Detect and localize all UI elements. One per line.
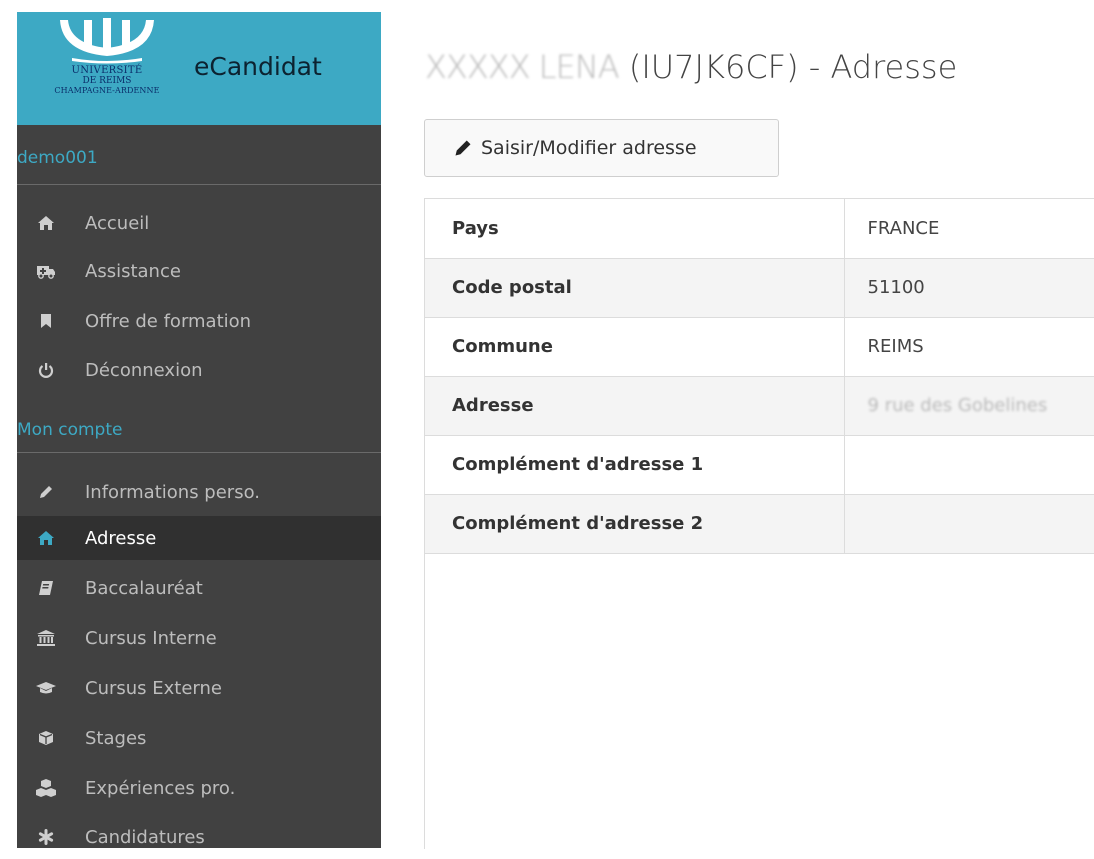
sidebar-item-label: Accueil bbox=[85, 212, 150, 234]
home-icon bbox=[35, 527, 57, 549]
app-name: eCandidat bbox=[194, 52, 322, 81]
pencil-icon bbox=[455, 140, 471, 156]
table-row: Pays FRANCE bbox=[425, 199, 1094, 259]
university-icon bbox=[35, 627, 57, 649]
sidebar-item-stages[interactable]: Stages bbox=[17, 716, 381, 760]
sidebar-item-label: Candidatures bbox=[85, 826, 205, 848]
university-logo[interactable]: UNIVERSITÉ DE REIMS CHAMPAGNE-ARDENNE bbox=[17, 18, 197, 122]
cubes-icon bbox=[35, 777, 57, 799]
page-title: XXXXX LENA (IU7JK6CF) - Adresse bbox=[425, 48, 957, 86]
sidebar-item-baccalaureat[interactable]: Baccalauréat bbox=[17, 566, 381, 610]
logo-text-line2: DE REIMS bbox=[82, 76, 132, 86]
ambulance-icon bbox=[35, 260, 57, 282]
power-icon bbox=[35, 359, 57, 381]
address-table: Pays FRANCE Code postal 51100 Commune RE… bbox=[425, 199, 1094, 554]
field-label: Commune bbox=[425, 317, 845, 377]
field-value bbox=[844, 494, 1094, 554]
cube-icon bbox=[35, 727, 57, 749]
sidebar-item-assistance[interactable]: Assistance bbox=[17, 249, 381, 293]
sidebar-item-adresse[interactable]: Adresse bbox=[17, 516, 381, 560]
table-row: Adresse 9 rue des Gobelines bbox=[425, 376, 1094, 436]
graduation-cap-icon bbox=[35, 677, 57, 699]
sidebar-item-label: Adresse bbox=[85, 527, 157, 549]
field-value bbox=[844, 435, 1094, 495]
sidebar-divider bbox=[17, 184, 381, 185]
sidebar-item-cursus-externe[interactable]: Cursus Externe bbox=[17, 666, 381, 710]
sidebar-item-candidatures[interactable]: Candidatures bbox=[17, 815, 381, 859]
edit-address-button[interactable]: Saisir/Modifier adresse bbox=[424, 119, 779, 177]
table-row: Complément d'adresse 2 bbox=[425, 494, 1094, 554]
field-value: 9 rue des Gobelines bbox=[844, 376, 1094, 436]
address-value-redacted: 9 rue des Gobelines bbox=[867, 395, 1048, 416]
field-value: 51100 bbox=[844, 258, 1094, 318]
table-row: Complément d'adresse 1 bbox=[425, 435, 1094, 495]
field-label: Code postal bbox=[425, 258, 845, 318]
field-label: Complément d'adresse 2 bbox=[425, 494, 845, 554]
sidebar-item-cursus-interne[interactable]: Cursus Interne bbox=[17, 616, 381, 660]
sidebar-item-experiences-pro[interactable]: Expériences pro. bbox=[17, 766, 381, 810]
field-value: REIMS bbox=[844, 317, 1094, 377]
sidebar-item-label: Offre de formation bbox=[85, 310, 252, 332]
sidebar-item-label: Cursus Externe bbox=[85, 677, 222, 699]
field-label: Complément d'adresse 1 bbox=[425, 435, 845, 495]
field-label: Pays bbox=[425, 199, 845, 259]
sidebar-divider bbox=[17, 452, 381, 453]
sidebar-item-label: Cursus Interne bbox=[85, 627, 217, 649]
sidebar-item-offre-formation[interactable]: Offre de formation bbox=[17, 299, 381, 343]
sidebar-username: demo001 bbox=[17, 148, 98, 168]
logo-text-line1: UNIVERSITÉ bbox=[71, 65, 143, 76]
sidebar-item-accueil[interactable]: Accueil bbox=[17, 201, 381, 245]
book-icon bbox=[35, 577, 57, 599]
pencil-icon bbox=[35, 481, 57, 503]
section-title-mon-compte: Mon compte bbox=[17, 420, 123, 440]
sidebar-item-label: Assistance bbox=[85, 260, 181, 282]
sidebar-item-label: Stages bbox=[85, 727, 147, 749]
sidebar-item-deconnexion[interactable]: Déconnexion bbox=[17, 348, 381, 392]
field-value: FRANCE bbox=[844, 199, 1094, 259]
brand-header: UNIVERSITÉ DE REIMS CHAMPAGNE-ARDENNE eC… bbox=[17, 12, 381, 125]
candidate-name: XXXXX LENA bbox=[425, 48, 620, 86]
sidebar-item-label: Expériences pro. bbox=[85, 777, 236, 799]
table-row: Commune REIMS bbox=[425, 317, 1094, 377]
address-panel: Pays FRANCE Code postal 51100 Commune RE… bbox=[424, 198, 1094, 849]
sidebar-item-label: Baccalauréat bbox=[85, 577, 203, 599]
university-logo-mark bbox=[60, 18, 154, 64]
home-icon bbox=[35, 212, 57, 234]
edit-address-button-label: Saisir/Modifier adresse bbox=[481, 137, 697, 159]
asterisk-icon bbox=[35, 826, 57, 848]
table-row: Code postal 51100 bbox=[425, 258, 1094, 318]
field-label: Adresse bbox=[425, 376, 845, 436]
sidebar-item-informations-perso[interactable]: Informations perso. bbox=[17, 470, 381, 514]
sidebar-item-label: Déconnexion bbox=[85, 359, 203, 381]
page-title-text: (IU7JK6CF) - Adresse bbox=[628, 48, 958, 86]
sidebar-item-label: Informations perso. bbox=[85, 481, 260, 503]
bookmark-icon bbox=[35, 310, 57, 332]
logo-text-line3: CHAMPAGNE-ARDENNE bbox=[54, 86, 160, 95]
